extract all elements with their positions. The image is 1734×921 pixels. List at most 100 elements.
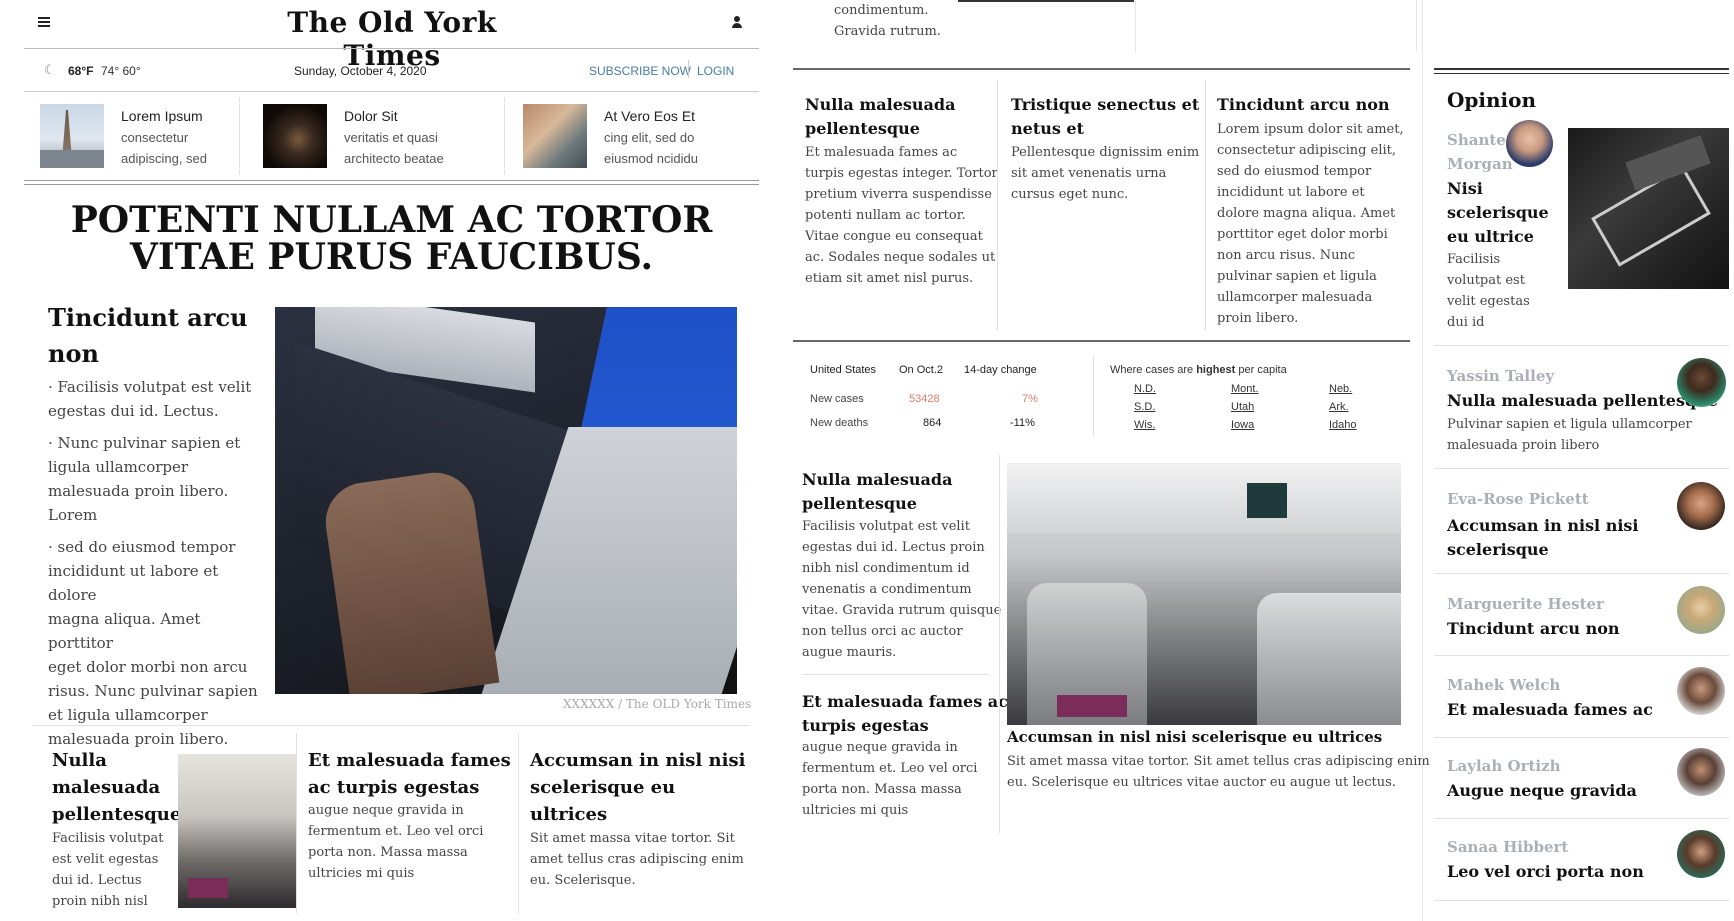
mid-fragment-photo[interactable]	[958, 0, 1134, 2]
opinion-item-title[interactable]: Accumsan in nisl nisi scelerisque	[1447, 514, 1638, 562]
state-link-nd[interactable]: N.D.	[1134, 383, 1156, 395]
state-link-wis[interactable]: Wis.	[1134, 419, 1155, 431]
opinion-heading[interactable]: Opinion	[1447, 88, 1536, 112]
opinion-lead-title[interactable]: Nisi scelerisque eu ultrice	[1447, 177, 1549, 249]
opinion-lead-avatar[interactable]	[1506, 120, 1553, 167]
story-thumb-aerial[interactable]	[523, 104, 587, 168]
body-line: Lorem	[48, 506, 98, 524]
story-thumb-hand[interactable]	[263, 104, 327, 168]
state-link-idaho[interactable]: Idaho	[1329, 419, 1357, 431]
mid-col-3-title[interactable]: Tincidunt arcu non	[1217, 93, 1390, 117]
body-line: venenatis a condimentum	[802, 582, 972, 597]
lead-story-title[interactable]: Tincidunt arcu non	[48, 300, 248, 372]
body-line: amet tellus cras adipiscing enim	[530, 852, 744, 867]
account-icon[interactable]	[731, 16, 743, 30]
body-line: augue mauris.	[802, 645, 897, 660]
bottom-story-1-photo[interactable]	[178, 754, 296, 908]
body-line: augue neque gravida in	[308, 803, 464, 818]
login-link[interactable]: LOGIN	[697, 64, 734, 78]
opinion-item-author[interactable]: Sanaa Hibbert	[1447, 838, 1568, 856]
opinion-item-title[interactable]: Augue neque gravida	[1447, 781, 1637, 800]
opinion-lead-body: Facilisis volutpat est velit egestas dui…	[1447, 249, 1530, 333]
feature-body: Sit amet massa vitae tortor. Sit amet te…	[1007, 751, 1430, 793]
title-line: turpis egestas	[802, 716, 929, 735]
opinion-lead-author[interactable]: Shante Morgan	[1447, 128, 1513, 176]
bottom-story-3-title[interactable]: Accumsan in nisl nisi scelerisque eu ult…	[530, 747, 745, 828]
mid-col-2-body: Pellentesque dignissim enim sit amet ven…	[1011, 142, 1199, 205]
covid-new-deaths-change: -11%	[1010, 417, 1035, 429]
covid-where-text: Where cases are	[1110, 364, 1197, 376]
body-line: et ligula ullamcorper	[48, 706, 208, 724]
title-line: netus et	[1011, 119, 1084, 138]
mid-lower-2-title[interactable]: Et malesuada fames ac turpis egestas	[802, 690, 1008, 738]
subscribe-link[interactable]: SUBSCRIBE NOW	[589, 64, 691, 78]
opinion-item-author[interactable]: Yassin Talley	[1447, 367, 1554, 385]
mid-col-3-body: Lorem ipsum dolor sit amet, consectetur …	[1217, 119, 1404, 329]
state-link-neb[interactable]: Neb.	[1329, 383, 1352, 395]
body-line: dolore magna aliqua. Amet	[1217, 206, 1396, 221]
lead-title-line: non	[48, 339, 99, 368]
title-line: Nulla	[52, 750, 107, 771]
opinion-item-title[interactable]: Leo vel orci porta non	[1447, 862, 1644, 881]
mid-lower-1-body: Facilisis volutpat est velit egestas dui…	[802, 516, 1001, 663]
opinion-item-avatar[interactable]	[1677, 586, 1725, 634]
opinion-item-title[interactable]: Tincidunt arcu non	[1447, 619, 1620, 638]
opinion-item-avatar[interactable]	[1677, 748, 1725, 796]
opinion-item-avatar[interactable]	[1677, 482, 1725, 530]
story-thumb-paris[interactable]	[40, 104, 104, 168]
bottom-story-3-body: Sit amet massa vitae tortor. Sit amet te…	[530, 828, 744, 891]
mid-col-2-title[interactable]: Tristique senectus et netus et	[1011, 93, 1199, 141]
body-line: dui id. Lectus	[52, 873, 142, 888]
body-line: egestas dui id. Lectus.	[48, 402, 219, 420]
bottom-story-1-title[interactable]: Nulla malesuada pellentesque	[52, 747, 181, 828]
opinion-item-author[interactable]: Eva-Rose Pickett	[1447, 490, 1589, 508]
feature-title[interactable]: Accumsan in nisl nisi scelerisque eu ult…	[1007, 728, 1382, 746]
body-line: condimentum.	[834, 3, 929, 18]
site-logo[interactable]: The Old York Times	[262, 6, 522, 72]
opinion-lead-photo-typewriter[interactable]	[1568, 128, 1729, 289]
state-link-utah[interactable]: Utah	[1231, 401, 1254, 413]
opinion-item-author[interactable]: Laylah Ortizh	[1447, 757, 1561, 775]
moon-icon: ☾	[44, 62, 56, 77]
body-line: eu. Scelerisque.	[530, 873, 636, 888]
state-link-mont[interactable]: Mont.	[1231, 383, 1259, 395]
top-story-1-text: consectetur	[121, 130, 189, 145]
body-line: porta non. Massa massa	[802, 782, 962, 797]
body-line: non tellus orci ac auctor	[802, 624, 963, 639]
state-link-iowa[interactable]: Iowa	[1231, 419, 1254, 431]
lead-headline[interactable]: POTENTI NULLAM AC TORTOR VITAE PURUS FAU…	[24, 202, 759, 276]
menu-icon[interactable]	[38, 17, 50, 27]
opinion-item-author[interactable]: Mahek Welch	[1447, 676, 1560, 694]
body-line: ultricies mi quis	[308, 866, 415, 881]
opinion-item-avatar[interactable]	[1677, 667, 1725, 715]
date-label: Sunday, October 4, 2020	[294, 64, 427, 78]
title-line: eu ultrice	[1447, 227, 1534, 246]
opinion-item-title[interactable]: Nulla malesuada pellentesque	[1447, 391, 1718, 410]
top-story-1-title[interactable]: Lorem Ipsum	[121, 108, 203, 124]
top-story-2-title[interactable]: Dolor Sit	[344, 108, 398, 124]
lead-photo-laptop[interactable]	[275, 307, 737, 694]
opinion-item-author[interactable]: Marguerite Hester	[1447, 595, 1604, 613]
mid-col-1-title[interactable]: Nulla malesuada pellentesque	[805, 93, 955, 141]
covid-new-cases-label: New cases	[810, 393, 864, 405]
author-line: Morgan	[1447, 155, 1513, 173]
body-line: Pellentesque dignissim enim	[1011, 145, 1200, 160]
top-story-3-title[interactable]: At Vero Eos Et	[604, 108, 695, 124]
state-link-ark[interactable]: Ark.	[1329, 401, 1349, 413]
state-link-sd[interactable]: S.D.	[1134, 401, 1155, 413]
top-story-1-text: adipiscing, sed	[121, 151, 207, 166]
mid-lower-1-title[interactable]: Nulla malesuada pellentesque	[802, 468, 952, 516]
top-story-3-text: cing elit, sed do	[604, 130, 695, 145]
bottom-story-2-title[interactable]: Et malesuada fames ac turpis egestas	[308, 747, 511, 801]
body-line: malesuada proin libero	[1447, 438, 1600, 453]
weather-temp: 68°F	[68, 64, 94, 78]
body-line: potenti nullam ac tortor.	[805, 208, 966, 223]
covid-new-cases-change: 7%	[1022, 393, 1038, 405]
top-story-2-text: veritatis et quasi	[344, 130, 438, 145]
feature-photo-airplane[interactable]	[1007, 463, 1401, 725]
opinion-item-title[interactable]: Et malesuada fames ac	[1447, 700, 1653, 719]
body-line: turpis egestas integer. Tortor	[805, 166, 998, 181]
body-line: ullamcorper malesuada	[1217, 290, 1373, 305]
opinion-item-avatar[interactable]	[1677, 830, 1725, 878]
opinion-item-avatar[interactable]	[1677, 358, 1726, 407]
